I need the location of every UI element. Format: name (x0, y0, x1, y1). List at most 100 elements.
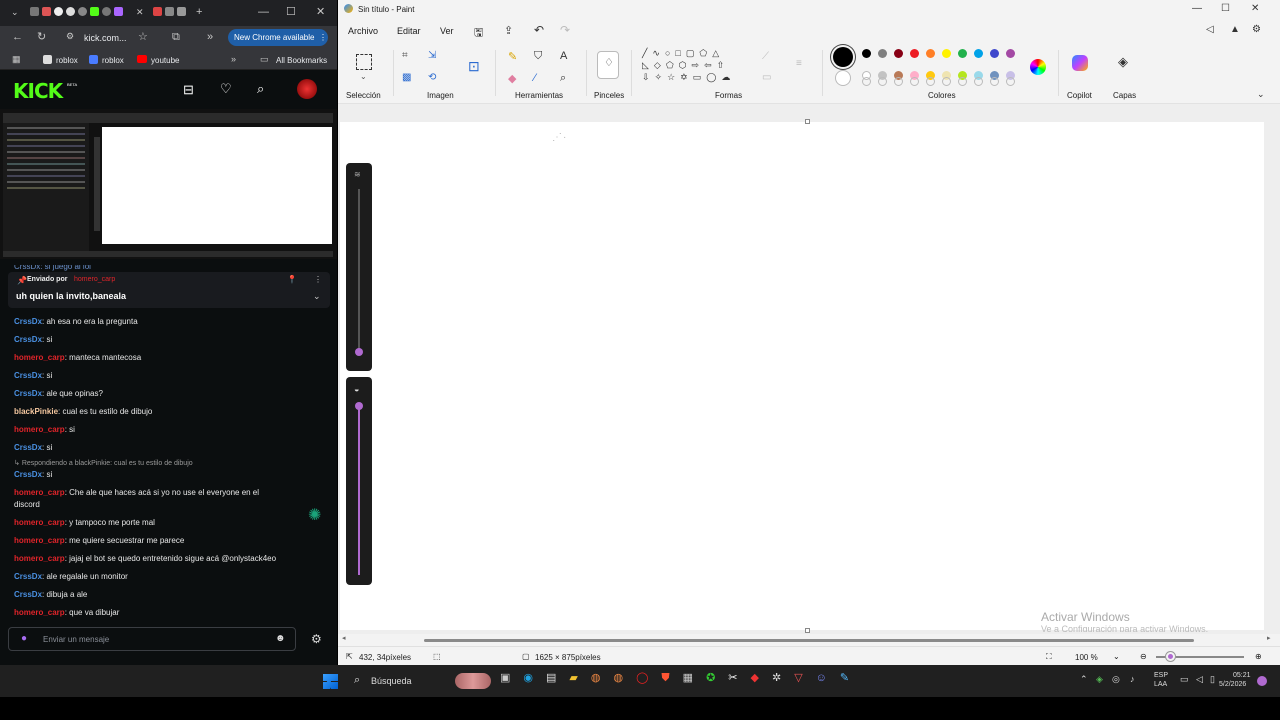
menu-ver[interactable]: Ver (440, 26, 454, 36)
feedback-icon[interactable]: ◁ (1206, 24, 1214, 35)
scroll-right-icon[interactable]: ▸ (1267, 634, 1271, 642)
arrow-down-shape-icon[interactable]: ⇩ (642, 72, 655, 82)
polygon-shape-icon[interactable]: ⬠ (699, 48, 712, 58)
paint-maximize-icon[interactable]: ☐ (1221, 3, 1230, 14)
chat-username[interactable]: homero_carp (14, 554, 65, 563)
chat-username[interactable]: CrssDx (14, 317, 42, 326)
chat-username[interactable]: CrssDx (14, 572, 42, 581)
bookmark-star-icon[interactable]: ☆ (138, 32, 148, 43)
bookmark-roblox-2[interactable]: roblox (102, 56, 124, 65)
pinned-menu-icon[interactable]: ⋮ (314, 275, 322, 284)
pencil-icon[interactable]: ✎ (508, 50, 517, 63)
shape-fill-icon[interactable]: ▭ (762, 72, 771, 83)
app-compass-icon[interactable]: ✲ (772, 673, 781, 684)
apps-grid-icon[interactable]: ▦ (12, 55, 21, 64)
zoom-in-icon[interactable]: ⊕ (1255, 652, 1262, 661)
taskbar-search[interactable]: Búsqueda (371, 676, 412, 686)
lang-primary[interactable]: ESP (1154, 672, 1168, 679)
shapes-gallery[interactable]: ╱∿○□▢⬠△ ◺◇⬠⬡⇨⇦⇧ ⇩✧☆✡▭◯☁ (642, 47, 746, 87)
app-triangle-icon[interactable]: ▽ (794, 673, 802, 684)
save-icon[interactable]: 🖫 (474, 24, 483, 43)
stream-player[interactable] (0, 109, 337, 259)
expand-chevron-icon[interactable]: ⌄ (313, 291, 321, 302)
brushes-button[interactable]: ♢ (597, 51, 619, 79)
eraser-icon[interactable]: ◆ (508, 72, 516, 85)
close-window-icon[interactable]: ✕ (316, 7, 325, 18)
rect-shape-icon[interactable]: □ (675, 48, 685, 58)
chrome-profile-icon[interactable]: ◍ (614, 673, 624, 684)
secondary-color[interactable] (835, 70, 851, 86)
pinned-by-user[interactable]: homero_carp (74, 276, 115, 283)
chat-settings-icon[interactable]: ⚙ (311, 632, 322, 646)
task-view-icon[interactable]: ▣ (500, 673, 510, 684)
chat-username[interactable]: CrssDx (14, 590, 42, 599)
horizontal-scrollbar[interactable]: ◂ ▸ (338, 634, 1280, 646)
callout-shape-icon[interactable]: ▭ (693, 72, 707, 82)
edge-icon[interactable]: ◉ (523, 673, 533, 684)
tab-search-icon[interactable]: ⌄ (11, 8, 19, 17)
menu-editar[interactable]: Editar (397, 26, 421, 36)
search-icon[interactable]: ⌕ (257, 82, 264, 95)
more-tabs[interactable] (153, 7, 186, 16)
fit-window-icon[interactable]: ⛶ (1046, 652, 1052, 662)
palette-swatch[interactable] (942, 49, 951, 58)
zoom-dropdown-icon[interactable]: ⌄ (1113, 652, 1120, 661)
canvas-resize-handle-top[interactable] (805, 119, 810, 124)
menu-dots-icon[interactable]: ⋮ (319, 33, 327, 42)
store-icon[interactable]: ▤ (546, 673, 556, 684)
palette-swatch[interactable] (974, 49, 983, 58)
shape-outline-icon[interactable]: ⟋ (762, 51, 769, 62)
triangle-shape-icon[interactable]: △ (712, 48, 724, 58)
chat-username[interactable]: homero_carp (14, 608, 65, 617)
palette-swatch[interactable] (926, 49, 935, 58)
pentagon-shape-icon[interactable]: ⬠ (666, 60, 679, 70)
lang-secondary[interactable]: LAA (1154, 681, 1167, 688)
palette-swatch[interactable] (894, 49, 903, 58)
drawing-canvas[interactable]: ⋰· Activar Windows Ve a Configuración pa… (340, 122, 1264, 632)
avatar[interactable] (297, 79, 317, 99)
unpin-icon[interactable]: 📍 (287, 275, 297, 284)
star5-shape-icon[interactable]: ☆ (667, 72, 680, 82)
close-tab-icon[interactable]: ✕ (136, 8, 144, 17)
notification-badge[interactable] (1257, 676, 1267, 686)
curve-shape-icon[interactable]: ∿ (652, 48, 665, 58)
site-info-icon[interactable]: ⚙ (66, 32, 74, 41)
palette-swatch[interactable] (878, 49, 887, 58)
more-bookmarks-icon[interactable]: » (231, 55, 236, 64)
chat-username[interactable]: homero_carp (14, 353, 65, 362)
pinned-message[interactable]: 📌 Enviado por homero_carp uh quien la in… (8, 272, 330, 308)
paint-close-icon[interactable]: ✕ (1251, 3, 1259, 14)
hexagon-shape-icon[interactable]: ⬡ (679, 60, 692, 70)
share-icon[interactable]: ⇪ (504, 24, 513, 37)
chat-input[interactable]: ● Enviar un mensaje ☻ (8, 627, 296, 651)
xbox-icon[interactable]: ✪ (706, 673, 715, 684)
explorer-icon[interactable]: ▰ (569, 673, 577, 684)
tray-app-icon[interactable]: ◈ (1096, 675, 1103, 684)
paint-taskbar-icon[interactable]: ✎ (840, 673, 849, 684)
paint-minimize-icon[interactable]: — (1192, 3, 1202, 14)
network-icon[interactable]: ▭ (1180, 675, 1189, 684)
image-select-icon[interactable]: ▩ (402, 72, 411, 83)
oval-callout-shape-icon[interactable]: ◯ (706, 72, 721, 82)
palette-swatch[interactable] (958, 49, 967, 58)
kick-logo[interactable]: KICK (13, 79, 63, 103)
paint-settings-icon[interactable]: ⚙ (1252, 24, 1261, 35)
tray-chevron-icon[interactable]: ⌃ (1080, 675, 1088, 684)
chat-username[interactable]: CrssDx (14, 470, 42, 479)
emoji-icon[interactable]: ☻ (275, 633, 286, 644)
opera-icon[interactable]: ◯ (636, 673, 648, 684)
capcut-icon[interactable]: ✂ (728, 673, 737, 684)
chat-username[interactable]: homero_carp (14, 488, 65, 497)
layers-icon[interactable]: ◈ (1118, 54, 1128, 70)
extensions-icon[interactable]: ⧉ (172, 32, 180, 43)
start-icon[interactable] (323, 674, 338, 689)
discord-icon[interactable]: ☺ (816, 673, 827, 684)
zoom-slider-thumb[interactable] (1166, 652, 1175, 661)
microphone-icon[interactable]: ♪ (1130, 675, 1135, 684)
star4-shape-icon[interactable]: ✧ (655, 72, 668, 82)
redo-icon[interactable]: ↷ (560, 23, 570, 37)
magnifier-icon[interactable]: ⌕ (560, 72, 566, 85)
clock-date[interactable]: 5/2/2026 (1219, 681, 1246, 688)
pinned-tabs[interactable] (30, 7, 130, 19)
notepad-icon[interactable]: ▦ (683, 673, 693, 684)
